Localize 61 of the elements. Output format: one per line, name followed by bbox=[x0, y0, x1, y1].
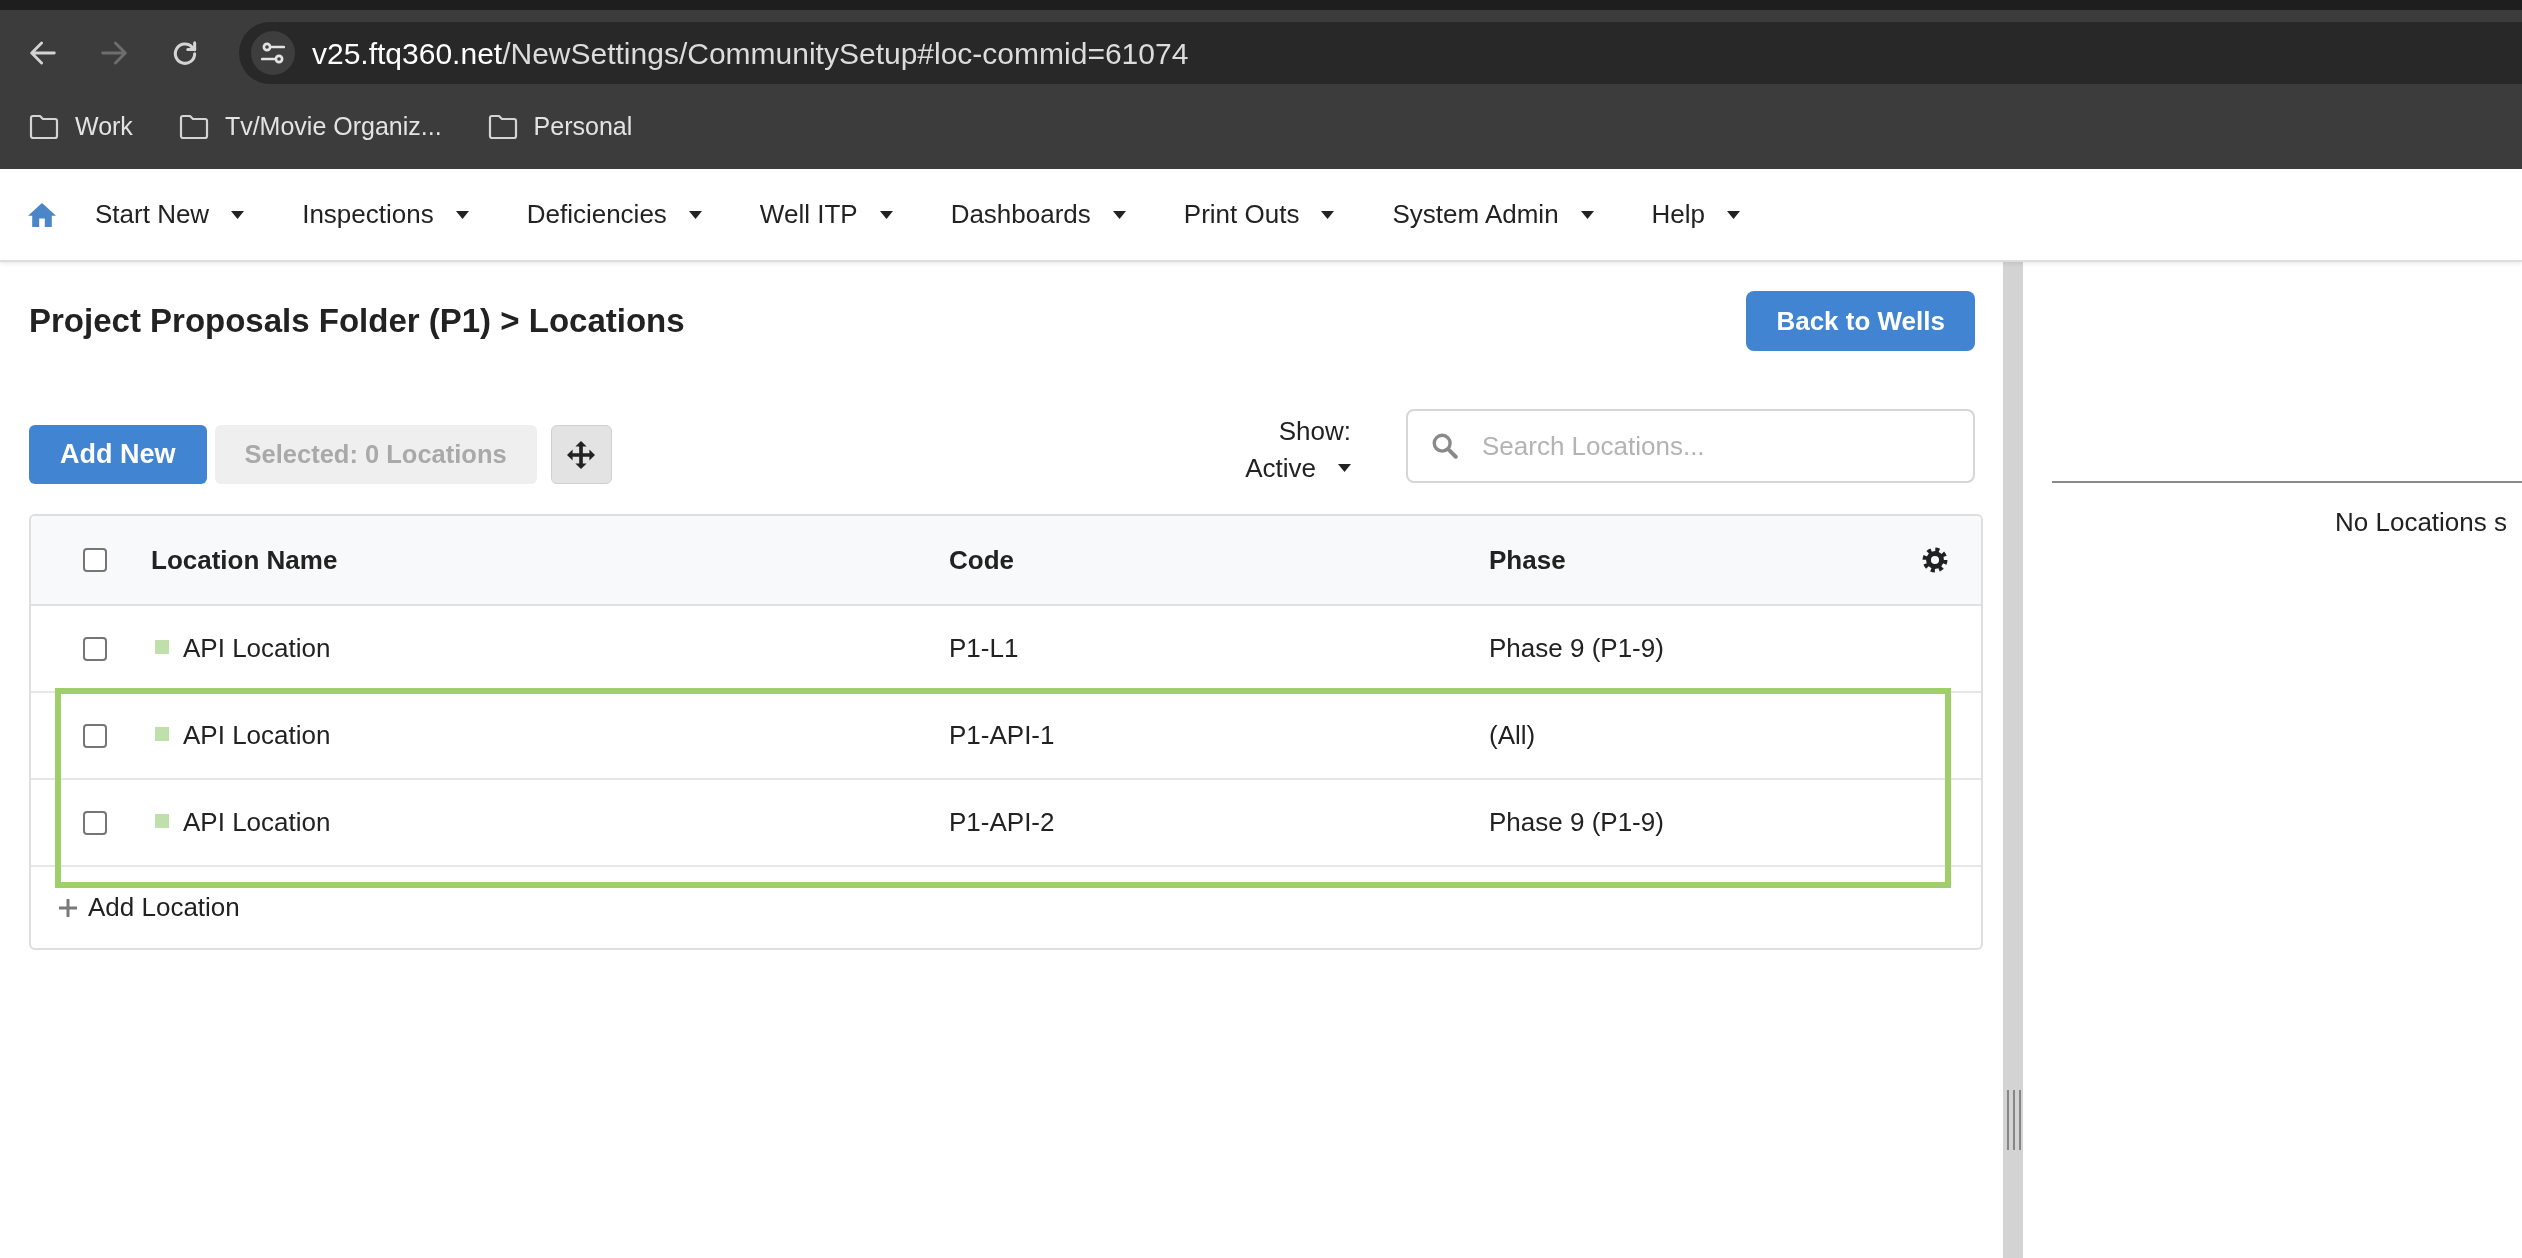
add-new-button[interactable]: Add New bbox=[29, 425, 207, 484]
grip-icon[interactable] bbox=[2007, 1090, 2021, 1150]
column-header: Phase bbox=[1489, 543, 1566, 577]
phase-cell-text: Phase 9 (P1-9) bbox=[1489, 632, 1664, 665]
show-label: Show: bbox=[1278, 415, 1351, 447]
name-cell-text: API Location bbox=[183, 632, 331, 665]
bookmark-item[interactable]: Work bbox=[19, 108, 143, 146]
folder-icon bbox=[178, 114, 209, 140]
back-to-wells-button[interactable]: Back to Wells bbox=[1746, 291, 1975, 351]
sliders-icon bbox=[261, 42, 285, 64]
nav-menu-item[interactable]: Well ITP bbox=[759, 195, 893, 234]
search-icon bbox=[1432, 433, 1458, 459]
reorder-button[interactable] bbox=[550, 425, 612, 484]
plus-icon bbox=[58, 897, 78, 918]
caret-icon bbox=[1727, 210, 1741, 219]
forward-arrow-icon bbox=[101, 41, 127, 65]
phase-cell-text: Phase 9 (P1-9) bbox=[1489, 806, 1664, 839]
caret-icon bbox=[1580, 210, 1594, 219]
caret-icon bbox=[688, 210, 702, 219]
nav-menu-item[interactable]: Inspections bbox=[302, 195, 469, 234]
show-select[interactable]: Active bbox=[1245, 452, 1351, 484]
settings-icon[interactable] bbox=[1922, 547, 1948, 573]
empty-message: No Locations s bbox=[2335, 506, 2507, 539]
search-field[interactable]: Search Locations... bbox=[1406, 409, 1975, 483]
code-cell-text: P1-API-1 bbox=[949, 719, 1055, 752]
code-cell-text: P1-L1 bbox=[949, 632, 1019, 665]
add-location-button[interactable]: Add Location bbox=[58, 888, 240, 927]
nav-menu-item[interactable]: Print Outs bbox=[1183, 195, 1335, 234]
column-header: Location Name bbox=[151, 543, 338, 577]
caret-icon bbox=[455, 210, 469, 219]
code-cell-text: P1-API-2 bbox=[949, 806, 1055, 839]
caret-icon bbox=[879, 210, 893, 219]
reload-icon bbox=[172, 41, 198, 65]
move-arrows-icon bbox=[567, 440, 596, 469]
nav-menu-item[interactable]: Deficiencies bbox=[526, 195, 702, 234]
back-arrow-icon bbox=[30, 41, 56, 65]
nav-menu-item[interactable]: Dashboards bbox=[950, 195, 1126, 234]
caret-icon bbox=[231, 210, 245, 219]
home-icon[interactable] bbox=[28, 202, 56, 227]
name-cell-text: API Location bbox=[183, 719, 331, 752]
caret-icon bbox=[1321, 210, 1335, 219]
bookmark-item[interactable]: Tv/Movie Organiz... bbox=[168, 108, 452, 146]
folder-icon bbox=[29, 114, 59, 140]
nav-menu-item[interactable]: Start New bbox=[95, 195, 245, 234]
caret-icon bbox=[1112, 210, 1126, 219]
checkbox[interactable] bbox=[83, 810, 107, 835]
page-title: Project Proposals Folder (P1) > Locations bbox=[29, 301, 685, 341]
site-info-button[interactable] bbox=[251, 31, 295, 75]
name-cell-text: API Location bbox=[183, 806, 331, 839]
folder-icon bbox=[487, 114, 518, 140]
checkbox[interactable] bbox=[83, 636, 107, 661]
column-header: Code bbox=[949, 543, 1014, 577]
caret-icon bbox=[1338, 464, 1351, 472]
nav-menu-item[interactable]: Help bbox=[1651, 195, 1741, 234]
url-text: v25.ftq360.net/NewSettings/CommunitySetup#loc-commid=61074 bbox=[312, 35, 1189, 72]
phase-cell-text: (All) bbox=[1489, 719, 1536, 752]
checkbox[interactable] bbox=[83, 723, 107, 748]
address-bar[interactable]: v25.ftq360.net/NewSettings/CommunitySetup#loc-commid=61074 bbox=[239, 22, 2522, 84]
nav-menu-item[interactable]: System Admin bbox=[1392, 195, 1594, 234]
bookmark-item[interactable]: Personal bbox=[477, 108, 643, 146]
checkbox[interactable] bbox=[83, 548, 107, 572]
